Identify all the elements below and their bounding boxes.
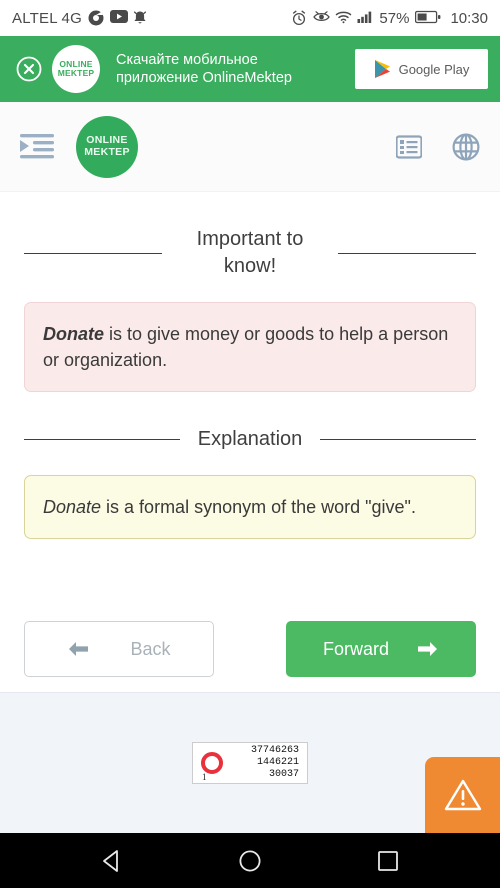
promo-text-line2: приложение OnlineMektep bbox=[116, 70, 292, 86]
arrow-left-icon bbox=[67, 641, 89, 657]
explanation-heading-label: Explanation bbox=[197, 428, 303, 451]
report-problem-button[interactable] bbox=[425, 757, 500, 833]
language-globe-icon[interactable] bbox=[452, 133, 480, 161]
signal-icon bbox=[357, 10, 373, 26]
google-play-button[interactable]: Google Play bbox=[355, 49, 488, 89]
indent-menu-icon[interactable] bbox=[20, 132, 54, 162]
heading-rule-left bbox=[24, 252, 162, 254]
promo-text-line1: Скачайте мобильное bbox=[116, 51, 258, 68]
important-text: is to give money or goods to help a pers… bbox=[43, 324, 449, 371]
important-callout-box: Donate is to give money or goods to help… bbox=[24, 302, 476, 393]
app-logo-line1: ONLINE bbox=[86, 133, 128, 146]
close-icon[interactable] bbox=[12, 55, 46, 83]
app-header: ONLINE MEKTEP bbox=[0, 102, 500, 192]
google-play-icon bbox=[374, 59, 392, 79]
app-logo[interactable]: ONLINE MEKTEP bbox=[76, 115, 138, 178]
bell-icon bbox=[132, 10, 148, 26]
banner-logo-line2: MEKTEP bbox=[57, 68, 95, 78]
forward-button[interactable]: Forward bbox=[286, 621, 476, 678]
visitor-counter[interactable]: 1 37746263 1446221 30037 bbox=[192, 742, 308, 784]
android-nav-bar bbox=[0, 833, 500, 888]
nav-recents-icon[interactable] bbox=[375, 848, 401, 874]
heading-rule-right bbox=[338, 252, 476, 254]
explanation-rule-left bbox=[24, 439, 180, 441]
youtube-icon bbox=[109, 10, 128, 26]
promo-banner-text: Скачайте мобильное приложение OnlineMekt… bbox=[100, 51, 355, 87]
status-bar-left: ALTEL 4G bbox=[12, 10, 148, 27]
forward-button-label: Forward bbox=[322, 638, 389, 659]
counter-ring-wrap: 1 bbox=[197, 743, 227, 783]
chrome-icon bbox=[88, 10, 104, 26]
back-button[interactable]: Back bbox=[24, 621, 214, 678]
clock-label: 10:30 bbox=[450, 9, 488, 27]
battery-percent-label: 57% bbox=[379, 9, 410, 27]
counter-value-1: 37746263 bbox=[250, 744, 299, 756]
nav-back-icon[interactable] bbox=[99, 848, 125, 874]
important-heading-label: Important to know! bbox=[196, 228, 304, 277]
counter-values: 37746263 1446221 30037 bbox=[227, 745, 303, 782]
list-view-icon[interactable] bbox=[395, 134, 423, 159]
wifi-icon bbox=[335, 10, 352, 26]
section-heading-explanation: Explanation bbox=[24, 426, 476, 453]
phone-screen: ALTEL 4G 57% 10:30 ONLINE MEKTEP Скачайт… bbox=[0, 0, 500, 888]
banner-logo: ONLINE MEKTEP bbox=[52, 45, 100, 93]
explanation-rule-right bbox=[320, 439, 476, 441]
counter-index-label: 1 bbox=[202, 772, 207, 782]
explanation-term: Donate bbox=[43, 497, 102, 518]
section-heading-important: Important to know! bbox=[24, 226, 476, 280]
battery-icon bbox=[415, 10, 441, 26]
back-button-label: Back bbox=[130, 638, 171, 659]
counter-ring-icon bbox=[201, 752, 223, 774]
eye-comfort-icon bbox=[313, 10, 331, 26]
alarm-icon bbox=[291, 10, 307, 26]
lesson-content: Important to know! Donate is to give mon… bbox=[0, 226, 500, 712]
warning-triangle-icon bbox=[443, 777, 483, 813]
important-term: Donate bbox=[43, 324, 105, 344]
google-play-label: Google Play bbox=[398, 61, 470, 77]
app-logo-line2: MEKTEP bbox=[84, 145, 130, 158]
explanation-callout-box: Donate is a formal synonym of the word "… bbox=[24, 475, 476, 540]
status-bar: ALTEL 4G 57% 10:30 bbox=[0, 0, 500, 36]
nav-home-icon[interactable] bbox=[237, 848, 263, 874]
carrier-label: ALTEL 4G bbox=[12, 9, 82, 27]
explanation-text: is a formal synonym of the word "give". bbox=[101, 497, 416, 518]
arrow-right-icon bbox=[417, 641, 439, 657]
status-bar-right: 57% 10:30 bbox=[291, 10, 488, 27]
counter-value-2: 1446221 bbox=[256, 756, 299, 768]
promo-banner: ONLINE MEKTEP Скачайте мобильное приложе… bbox=[0, 36, 500, 102]
counter-value-3: 30037 bbox=[268, 769, 299, 781]
